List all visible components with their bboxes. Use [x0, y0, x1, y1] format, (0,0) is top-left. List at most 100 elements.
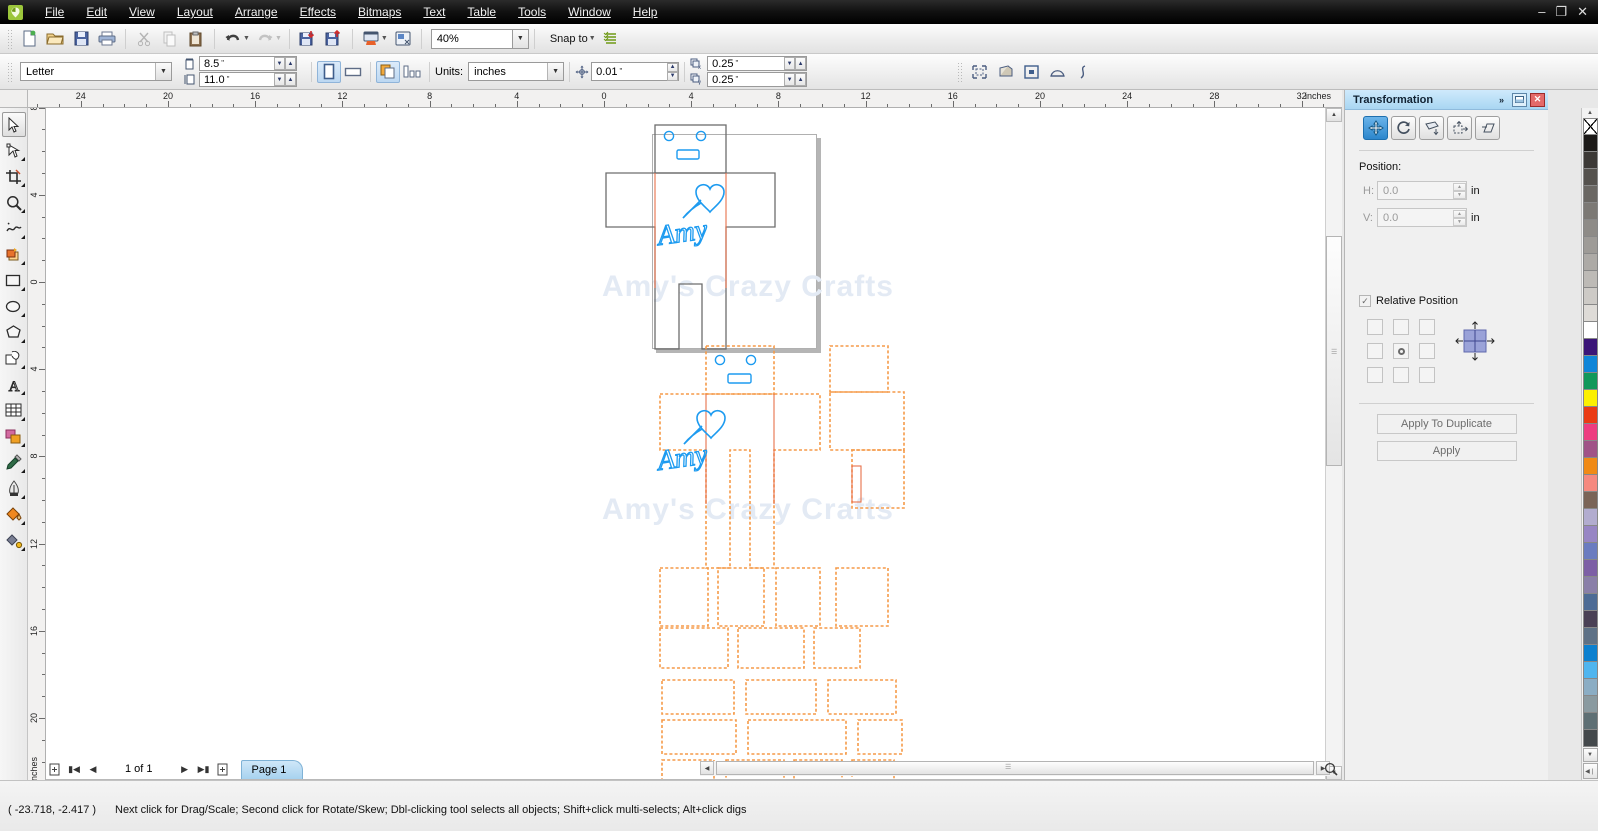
- propbar-grip-2[interactable]: [957, 61, 964, 82]
- basic-shapes-tool[interactable]: [2, 346, 26, 371]
- palette-swatch[interactable]: [1582, 441, 1598, 458]
- canvas-horizontal-scrollbar[interactable]: ◀ ☰ ▶: [700, 761, 1330, 776]
- hscroll-thumb[interactable]: [716, 761, 1314, 775]
- wireframe-button[interactable]: [992, 60, 1018, 84]
- canvas-vertical-scrollbar[interactable]: ▲ ☰ ▼: [1325, 108, 1342, 780]
- scale-mirror-tab[interactable]: [1419, 116, 1444, 140]
- palette-swatch[interactable]: [1582, 560, 1598, 577]
- page-width-spin-down[interactable]: ▼: [274, 57, 285, 70]
- anchor-bottom-center[interactable]: [1393, 367, 1409, 383]
- palette-swatch[interactable]: [1582, 594, 1598, 611]
- close-docker-icon[interactable]: ✕: [1530, 92, 1545, 107]
- anchor-center[interactable]: [1393, 343, 1409, 359]
- duplicate-x-spin-up[interactable]: ▲: [795, 57, 807, 70]
- anchor-top-right[interactable]: [1419, 319, 1435, 335]
- flyout-arrow-icon[interactable]: [20, 443, 25, 447]
- toolbar-grip[interactable]: [7, 28, 13, 49]
- last-page-button[interactable]: ▶▮: [195, 760, 213, 778]
- palette-swatch[interactable]: [1582, 611, 1598, 628]
- duplicate-x-field[interactable]: 0.25 " ▼ ▲: [707, 56, 808, 71]
- zoom-tool[interactable]: [2, 190, 26, 215]
- palette-swatch[interactable]: [1582, 475, 1598, 492]
- relative-position-row[interactable]: ✓ Relative Position: [1345, 295, 1548, 307]
- anchor-top-center[interactable]: [1393, 319, 1409, 335]
- palette-swatch[interactable]: [1582, 237, 1598, 254]
- flyout-arrow-icon[interactable]: [20, 261, 25, 265]
- palette-swatch[interactable]: [1582, 713, 1598, 730]
- apply-button[interactable]: Apply: [1376, 441, 1517, 461]
- anchor-bottom-right[interactable]: [1419, 367, 1435, 383]
- position-v-input[interactable]: 0.0 ▲ ▼: [1377, 208, 1467, 227]
- import-button[interactable]: [295, 27, 321, 51]
- paper-type-combo[interactable]: Letter ▼: [20, 62, 172, 81]
- chevron-double-right-icon[interactable]: »: [1494, 93, 1509, 107]
- all-pages-button[interactable]: [376, 60, 400, 83]
- paste-button[interactable]: [183, 27, 209, 51]
- horizontal-ruler[interactable]: 28242016128404812162024283236inches: [28, 90, 1342, 108]
- copy-button[interactable]: [157, 27, 183, 51]
- duplicate-y-spin-up[interactable]: ▲: [795, 73, 807, 86]
- units-dropdown-arrow-icon[interactable]: ▼: [547, 63, 564, 80]
- palette-scroll-down-icon[interactable]: ▼: [1582, 748, 1598, 762]
- nudge-field[interactable]: 0.01 " ▲ ▼: [591, 62, 680, 81]
- palette-swatch-none[interactable]: [1582, 118, 1598, 135]
- palette-swatch[interactable]: [1582, 373, 1598, 390]
- open-document-button[interactable]: [42, 27, 68, 51]
- palette-swatch[interactable]: [1582, 169, 1598, 186]
- flyout-arrow-icon[interactable]: [20, 365, 25, 369]
- bezier-button[interactable]: [1070, 60, 1096, 84]
- options-dialog-button[interactable]: [598, 27, 624, 51]
- hscroll-left-arrow[interactable]: ◀: [700, 761, 714, 775]
- orientation-portrait-button[interactable]: [317, 60, 341, 83]
- palette-swatch[interactable]: [1582, 339, 1598, 356]
- minimize-button[interactable]: –: [1538, 5, 1545, 18]
- anchor-top-left[interactable]: [1367, 319, 1383, 335]
- palette-swatch[interactable]: [1582, 526, 1598, 543]
- launcher-dropdown-arrow-icon[interactable]: ▼: [381, 35, 388, 42]
- redo-dropdown-arrow-icon[interactable]: ▼: [275, 35, 282, 42]
- close-button[interactable]: ✕: [1577, 5, 1588, 18]
- page-height-spin-down[interactable]: ▼: [274, 73, 285, 86]
- menu-arrange[interactable]: Arrange: [224, 2, 289, 22]
- orientation-landscape-button[interactable]: [341, 61, 365, 83]
- nudge-spin-up[interactable]: ▲: [667, 62, 679, 72]
- crop-tool[interactable]: [2, 164, 26, 189]
- first-page-button[interactable]: ▮◀: [65, 760, 83, 778]
- size-tab[interactable]: [1447, 116, 1472, 140]
- add-page-end-button[interactable]: [214, 760, 232, 778]
- restore-button[interactable]: ❐: [1555, 5, 1567, 18]
- vertical-ruler[interactable]: 1284048121620inches: [28, 108, 46, 780]
- palette-swatch[interactable]: [1582, 730, 1598, 747]
- polygon-tool[interactable]: [2, 320, 26, 345]
- position-tab[interactable]: [1363, 116, 1388, 140]
- menu-window[interactable]: Window: [557, 2, 622, 22]
- flyout-arrow-icon[interactable]: [20, 287, 25, 291]
- flyout-arrow-icon[interactable]: [20, 209, 25, 213]
- drawing-canvas[interactable]: Amy's Crazy Crafts Amy's Crazy Crafts Am…: [46, 108, 1342, 780]
- position-v-spin-down[interactable]: ▼: [1453, 217, 1466, 226]
- next-page-button[interactable]: ▶: [176, 760, 194, 778]
- palette-swatch[interactable]: [1582, 696, 1598, 713]
- palette-swatch[interactable]: [1582, 662, 1598, 679]
- save-document-button[interactable]: [68, 27, 94, 51]
- anchor-middle-left[interactable]: [1367, 343, 1383, 359]
- page-height-field[interactable]: 11.0 " ▼ ▲: [199, 72, 297, 87]
- flyout-arrow-icon[interactable]: [20, 339, 25, 343]
- palette-swatch[interactable]: [1582, 645, 1598, 662]
- anchor-bottom-left[interactable]: [1367, 367, 1383, 383]
- palette-swatch[interactable]: [1582, 254, 1598, 271]
- pick-tool[interactable]: [1, 112, 26, 137]
- eyedropper-tool[interactable]: [2, 450, 26, 475]
- print-button[interactable]: [94, 27, 120, 51]
- treat-as-filled-button[interactable]: [966, 60, 992, 84]
- flyout-arrow-icon[interactable]: [20, 157, 25, 161]
- blend-tool[interactable]: [2, 424, 26, 449]
- flyout-arrow-icon[interactable]: [20, 469, 25, 473]
- flyout-arrow-icon[interactable]: [20, 547, 25, 551]
- flyout-arrow-icon[interactable]: [20, 521, 25, 525]
- position-h-spin-down[interactable]: ▼: [1453, 190, 1466, 199]
- undo-dropdown-arrow-icon[interactable]: ▼: [243, 35, 250, 42]
- interactive-fill-tool[interactable]: [2, 528, 26, 553]
- rectangle-tool[interactable]: [2, 268, 26, 293]
- menu-text[interactable]: Text: [412, 2, 456, 22]
